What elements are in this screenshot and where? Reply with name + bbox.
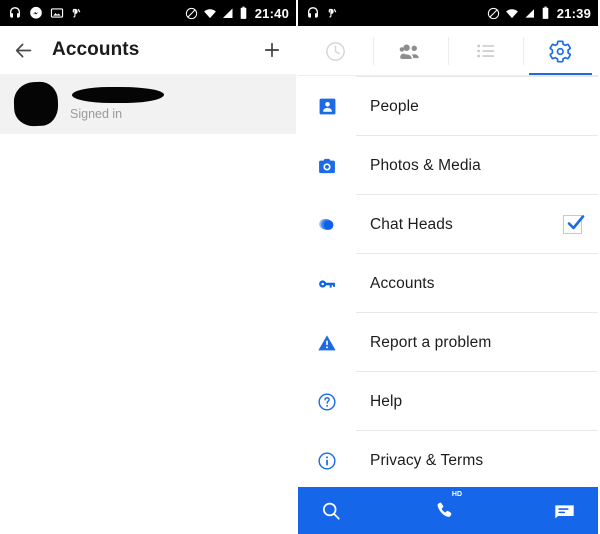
people-icon: [398, 39, 423, 64]
hd-badge: HD: [452, 491, 462, 498]
account-name-redacted: [72, 87, 164, 103]
screenshot-icon: [50, 6, 64, 20]
settings-item-report-problem[interactable]: Report a problem: [298, 313, 598, 372]
left-app-bar: Accounts: [0, 26, 296, 74]
settings-item-accounts[interactable]: Accounts: [298, 254, 598, 313]
tab-settings[interactable]: [523, 26, 598, 76]
info-circle-icon: [312, 451, 342, 471]
wifi-icon: [505, 7, 519, 20]
left-status-bar: 21:40: [0, 0, 296, 26]
page-title: Accounts: [52, 39, 139, 61]
settings-item-photos-media[interactable]: Photos & Media: [298, 136, 598, 195]
status-right-icons: 21:39: [487, 6, 591, 21]
settings-item-label: Photos & Media: [370, 157, 481, 175]
status-left-icons: [306, 6, 340, 20]
right-status-bar: 21:39: [298, 0, 598, 26]
account-status: Signed in: [70, 107, 162, 121]
compose-icon: [553, 499, 576, 522]
settings-item-label: Privacy & Terms: [370, 452, 483, 470]
add-account-button[interactable]: [262, 40, 282, 60]
left-phone-screen: 21:40 Accounts Sign: [0, 0, 298, 534]
back-arrow-icon: [13, 40, 34, 61]
gear-icon: [548, 39, 573, 64]
settings-item-people[interactable]: People: [298, 77, 598, 136]
warning-icon: [312, 333, 342, 353]
bottom-action-bar: HD: [298, 487, 598, 534]
settings-list: People Photos & Media: [298, 76, 598, 490]
history-icon: [327, 7, 340, 20]
headphones-icon: [306, 6, 320, 20]
tab-bar: [298, 26, 598, 76]
avatar: [13, 81, 59, 127]
tab-groups[interactable]: [448, 26, 523, 76]
battery-icon: [541, 6, 550, 20]
camera-icon: [312, 156, 342, 176]
history-icon: [71, 7, 84, 20]
account-text-block: Signed in: [70, 87, 162, 121]
signal-icon: [524, 7, 536, 20]
plus-icon: [262, 40, 282, 60]
clock-icon: [324, 40, 347, 63]
key-icon: [312, 274, 342, 294]
battery-icon: [239, 6, 248, 20]
wifi-icon: [203, 7, 217, 20]
search-button[interactable]: [298, 500, 405, 522]
signal-icon: [222, 7, 234, 20]
dual-screenshot-container: 21:40 Accounts Sign: [0, 0, 600, 534]
settings-item-label: Chat Heads: [370, 216, 453, 234]
tab-people[interactable]: [373, 26, 448, 76]
person-badge-icon: [312, 97, 342, 116]
compose-button[interactable]: [491, 499, 598, 522]
right-phone-screen: 21:39: [298, 0, 598, 534]
status-time: 21:39: [557, 6, 591, 21]
settings-item-label: Help: [370, 393, 402, 411]
status-right-icons: 21:40: [185, 6, 289, 21]
do-not-disturb-icon: [185, 7, 198, 20]
settings-item-label: People: [370, 98, 419, 116]
search-icon: [320, 500, 342, 522]
chat-heads-icon: [312, 214, 342, 235]
phone-hd-icon: [434, 500, 455, 521]
call-button[interactable]: HD: [405, 500, 490, 521]
account-list-item[interactable]: Signed in: [0, 74, 296, 134]
tab-bar-hairline: [298, 75, 598, 76]
help-circle-icon: [312, 392, 342, 412]
do-not-disturb-icon: [487, 7, 500, 20]
settings-item-label: Report a problem: [370, 334, 491, 352]
status-time: 21:40: [255, 6, 289, 21]
settings-item-label: Accounts: [370, 275, 435, 293]
list-icon: [475, 40, 497, 62]
messenger-icon: [29, 6, 43, 20]
status-left-icons: [8, 6, 84, 20]
settings-item-chat-heads[interactable]: Chat Heads: [298, 195, 598, 254]
settings-item-control[interactable]: [563, 215, 582, 234]
headphones-icon: [8, 6, 22, 20]
back-button[interactable]: [13, 40, 34, 61]
settings-item-help[interactable]: Help: [298, 372, 598, 431]
phone-hd-wrapper: HD: [434, 500, 462, 521]
chat-heads-checkbox[interactable]: [563, 215, 582, 234]
tab-recent[interactable]: [298, 26, 373, 76]
settings-item-privacy-terms[interactable]: Privacy & Terms: [298, 431, 598, 490]
